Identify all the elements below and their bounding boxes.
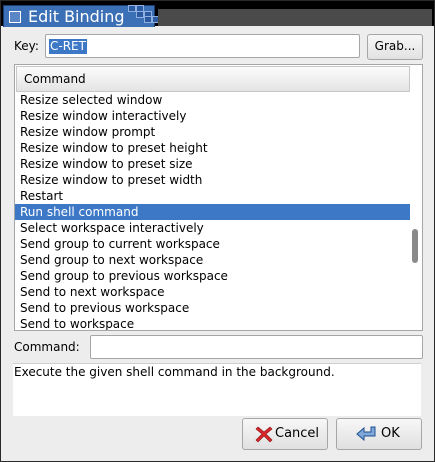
command-list-item[interactable]: Resize window to preset width: [15, 172, 410, 188]
title-bar-strip: [158, 9, 432, 26]
command-list-item[interactable]: Send group to previous workspace: [15, 268, 410, 284]
cancel-button-label: Cancel: [275, 426, 320, 441]
key-value-selected: C-RET: [49, 39, 87, 54]
grab-button[interactable]: Grab...: [367, 34, 423, 60]
command-list-item[interactable]: Resize window interactively: [15, 108, 410, 124]
command-list-item[interactable]: Resize window to preset size: [15, 156, 410, 172]
scrollbar-thumb[interactable]: [412, 229, 418, 263]
command-list-item[interactable]: Send to previous workspace: [15, 300, 410, 316]
command-list-item[interactable]: Resize window prompt: [15, 124, 410, 140]
command-column-header[interactable]: Command: [16, 66, 410, 92]
command-list-rows: Resize selected window Resize window inte…: [15, 92, 410, 330]
command-label: Command:: [14, 340, 80, 354]
command-list-item[interactable]: Resize window to preset height: [15, 140, 410, 156]
ok-button[interactable]: OK: [336, 418, 422, 450]
command-list-item[interactable]: Restart: [15, 188, 410, 204]
command-field[interactable]: [90, 335, 423, 359]
key-label: Key:: [14, 39, 39, 53]
command-list-item[interactable]: Send group to next workspace: [15, 252, 410, 268]
edit-binding-dialog: Edit Binding Key: C-RET Grab... Command …: [0, 0, 435, 462]
ok-button-label: OK: [381, 426, 400, 441]
command-list-item[interactable]: Select workspace interactively: [15, 220, 410, 236]
window-menu-icon[interactable]: [9, 11, 21, 23]
key-field[interactable]: C-RET: [45, 34, 360, 58]
ok-return-arrow-icon: [356, 426, 376, 442]
command-list-item[interactable]: Send to workspace: [15, 316, 410, 330]
command-list-item[interactable]: Run shell command: [15, 204, 410, 220]
command-column-header-label: Command: [24, 72, 86, 86]
command-list-item[interactable]: Send group to current workspace: [15, 236, 410, 252]
vertical-scrollbar[interactable]: [410, 65, 421, 330]
title-grip-icon[interactable]: [128, 5, 160, 23]
window-title: Edit Binding: [28, 7, 125, 26]
command-description: Execute the given shell command in the b…: [13, 363, 421, 416]
command-list-item[interactable]: Send to next workspace: [15, 284, 410, 300]
title-bar: Edit Binding: [1, 1, 434, 27]
cancel-button[interactable]: Cancel: [242, 418, 328, 450]
command-list-item[interactable]: Resize selected window: [15, 92, 410, 108]
description-text: Execute the given shell command in the b…: [14, 365, 335, 379]
cancel-x-icon: [255, 426, 273, 443]
command-list[interactable]: Command Resize selected window Resize win…: [14, 64, 423, 331]
